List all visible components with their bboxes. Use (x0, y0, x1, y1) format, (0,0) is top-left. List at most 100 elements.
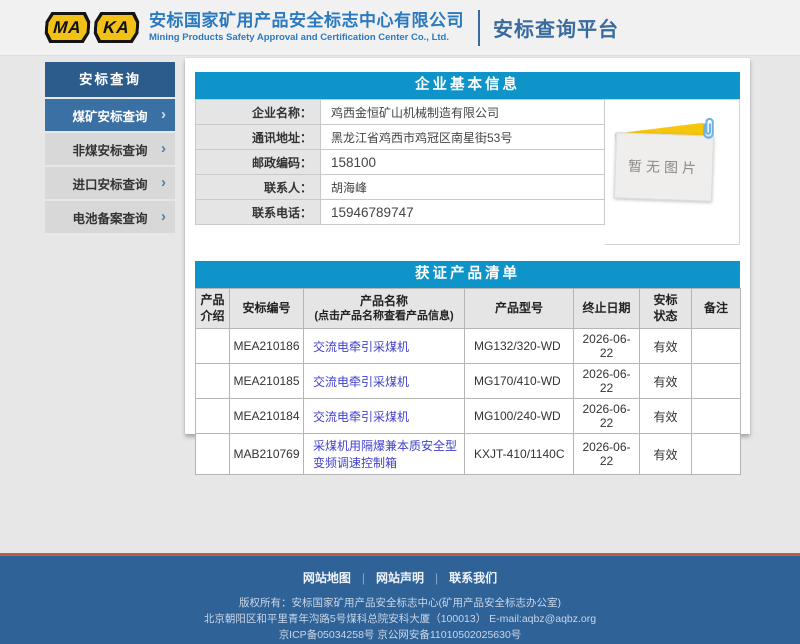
table-row: MAB210769 采煤机用隔爆兼本质安全型变频调速控制箱 KXJT-410/1… (196, 434, 741, 475)
header-divider (478, 10, 480, 46)
company-info-wrap: 企业名称： 鸡西金恒矿山机械制造有限公司 通讯地址： 黑龙江省鸡西市鸡冠区南星街… (195, 99, 740, 245)
col-intro: 产品 介绍 (196, 289, 230, 329)
product-name-link[interactable]: 采煤机用隔爆兼本质安全型变频调速控制箱 (313, 439, 457, 470)
chevron-right-icon: › (161, 174, 166, 191)
page-footer: 网站地图 | 网站声明 | 联系我们 版权所有：安标国家矿用产品安全标志中心(矿用产品安… (0, 556, 800, 644)
product-intro-cell (196, 364, 230, 399)
products-table: 产品 介绍 安标编号 产品名称 (点击产品名称查看产品信息) 产品型号 终止日期… (195, 288, 741, 475)
products-header-row: 产品 介绍 安标编号 产品名称 (点击产品名称查看产品信息) 产品型号 终止日期… (196, 289, 741, 329)
table-row: MEA210185 交流电牵引采煤机 MG170/410-WD 2026-06-… (196, 364, 741, 399)
footer-links: 网站地图 | 网站声明 | 联系我们 (0, 556, 800, 586)
cert-no-cell: MEA210184 (230, 399, 304, 434)
org-titles: 安标国家矿用产品安全标志中心有限公司 Mining Products Safet… (149, 11, 464, 43)
address-value: 黑龙江省鸡西市鸡冠区南星街53号 (321, 125, 605, 150)
cert-no-cell: MEA210186 (230, 329, 304, 364)
end-date-cell: 2026-06-22 (574, 364, 640, 399)
remark-cell (692, 399, 741, 434)
sidebar-item-label: 电池备案查询 (72, 208, 147, 227)
end-date-cell: 2026-06-22 (574, 329, 640, 364)
product-intro-cell (196, 399, 230, 434)
product-name-link[interactable]: 交流电牵引采煤机 (313, 340, 409, 354)
col-name-line1: 产品名称 (306, 294, 462, 310)
postcode-value: 158100 (321, 150, 605, 175)
model-cell: MG100/240-WD (465, 399, 574, 434)
section-gap (195, 245, 740, 261)
col-name-line2: (点击产品名称查看产品信息) (306, 309, 462, 323)
footer-separator: | (362, 571, 365, 585)
sidebar-item-label: 非煤安标查询 (72, 140, 147, 159)
sidebar-item-coal-query[interactable]: 煤矿安标查询 › (45, 99, 175, 131)
product-intro-cell (196, 329, 230, 364)
maka-logo: MA KA (45, 12, 139, 43)
product-name-cell: 交流电牵引采煤机 (304, 364, 465, 399)
remark-cell (692, 364, 741, 399)
sidebar-item-label: 煤矿安标查询 (72, 106, 147, 125)
product-name-cell: 交流电牵引采煤机 (304, 399, 465, 434)
footer-link-contact[interactable]: 联系我们 (449, 571, 497, 585)
address-label: 通讯地址： (196, 125, 321, 150)
col-status-line1: 安标 (642, 293, 689, 309)
product-intro-cell (196, 434, 230, 475)
table-row: 邮政编码： 158100 (196, 150, 605, 175)
company-info-section-title: 企业基本信息 (195, 72, 740, 99)
org-name-cn: 安标国家矿用产品安全标志中心有限公司 (149, 11, 464, 31)
cert-no-cell: MAB210769 (230, 434, 304, 475)
logo-badge-ma-icon: MA (44, 12, 91, 43)
status-cell: 有效 (640, 434, 692, 475)
content-panel: 企业基本信息 企业名称： 鸡西金恒矿山机械制造有限公司 通讯地址： 黑龙江省鸡西… (185, 58, 750, 434)
product-name-link[interactable]: 交流电牵引采煤机 (313, 410, 409, 424)
address-line: 北京朝阳区和平里青年沟路5号煤科总院安科大厦（100013） E-mail:aq… (0, 611, 800, 627)
col-status: 安标 状态 (640, 289, 692, 329)
products-section-title: 获证产品清单 (195, 261, 740, 288)
sidebar-item-import-query[interactable]: 进口安标查询 › (45, 167, 175, 199)
cert-no-cell: MEA210185 (230, 364, 304, 399)
table-row: MEA210186 交流电牵引采煤机 MG132/320-WD 2026-06-… (196, 329, 741, 364)
col-intro-line1: 产品 (198, 293, 227, 309)
chevron-right-icon: › (161, 106, 166, 123)
status-cell: 有效 (640, 329, 692, 364)
no-image-text: 暂无图片 (628, 156, 701, 179)
remark-cell (692, 329, 741, 364)
contact-person-value: 胡海峰 (321, 175, 605, 200)
contact-phone-label: 联系电话： (196, 200, 321, 225)
logo-badge-ma-text: MA (47, 15, 88, 40)
product-name-cell: 采煤机用隔爆兼本质安全型变频调速控制箱 (304, 434, 465, 475)
product-name-link[interactable]: 交流电牵引采煤机 (313, 375, 409, 389)
paperclip-icon (700, 116, 717, 141)
main-area: 安标查询 煤矿安标查询 › 非煤安标查询 › 进口安标查询 › 电池备案查询 ›… (0, 56, 800, 553)
status-cell: 有效 (640, 364, 692, 399)
contact-person-label: 联系人： (196, 175, 321, 200)
footer-link-sitemap[interactable]: 网站地图 (303, 571, 351, 585)
sidebar-item-battery-query[interactable]: 电池备案查询 › (45, 201, 175, 233)
table-row: 企业名称： 鸡西金恒矿山机械制造有限公司 (196, 100, 605, 125)
sidebar-item-label: 进口安标查询 (72, 174, 147, 193)
footer-copyright-block: 版权所有：安标国家矿用产品安全标志中心(矿用产品安全标志办公室) 北京朝阳区和平… (0, 595, 800, 643)
postcode-label: 邮政编码： (196, 150, 321, 175)
end-date-cell: 2026-06-22 (574, 434, 640, 475)
col-model: 产品型号 (465, 289, 574, 329)
company-name-label: 企业名称： (196, 100, 321, 125)
table-row: 联系人： 胡海峰 (196, 175, 605, 200)
chevron-right-icon: › (161, 140, 166, 157)
icp-line: 京ICP备05034258号 京公网安备11010502025630号 (0, 627, 800, 643)
col-intro-line2: 介绍 (198, 309, 227, 325)
page-header: MA KA 安标国家矿用产品安全标志中心有限公司 Mining Products… (0, 0, 800, 56)
table-row: MEA210184 交流电牵引采煤机 MG100/240-WD 2026-06-… (196, 399, 741, 434)
col-product-name: 产品名称 (点击产品名称查看产品信息) (304, 289, 465, 329)
table-row: 联系电话： 15946789747 (196, 200, 605, 225)
company-name-value: 鸡西金恒矿山机械制造有限公司 (321, 100, 605, 125)
placeholder-card-front: 暂无图片 (614, 132, 714, 201)
logo-badge-ka-icon: KA (93, 12, 140, 43)
model-cell: MG170/410-WD (465, 364, 574, 399)
footer-link-statement[interactable]: 网站声明 (376, 571, 424, 585)
contact-phone-value: 15946789747 (321, 200, 605, 225)
col-remark: 备注 (692, 289, 741, 329)
sidebar: 安标查询 煤矿安标查询 › 非煤安标查询 › 进口安标查询 › 电池备案查询 › (45, 62, 175, 235)
col-status-line2: 状态 (642, 309, 689, 325)
sidebar-item-noncoal-query[interactable]: 非煤安标查询 › (45, 133, 175, 165)
status-cell: 有效 (640, 399, 692, 434)
product-name-cell: 交流电牵引采煤机 (304, 329, 465, 364)
footer-separator: | (435, 571, 438, 585)
org-name-en: Mining Products Safety Approval and Cert… (149, 33, 464, 44)
end-date-cell: 2026-06-22 (574, 399, 640, 434)
